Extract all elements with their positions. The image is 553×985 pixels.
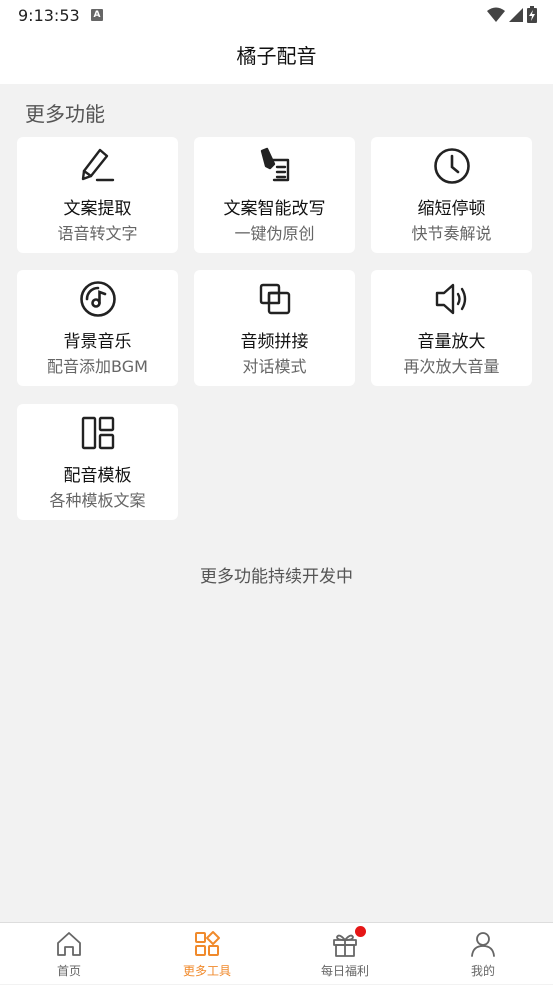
person-icon [414,930,552,960]
feature-name: 文案智能改写 [223,199,326,219]
battery-icon [527,6,537,23]
gift-icon [276,930,414,960]
feature-desc: 一键伪原创 [234,224,315,243]
pen-document-icon [194,147,355,185]
grid-diamond-icon [138,930,276,960]
layout-template-icon [17,414,178,452]
feature-card-audio-merge[interactable]: 音频拼接 对话模式 [194,270,355,386]
feature-desc: 快节奏解说 [411,224,492,243]
tab-mine[interactable]: 我的 [414,923,552,985]
feature-card-rewrite[interactable]: 文案智能改写 一键伪原创 [194,137,355,253]
tab-home[interactable]: 首页 [0,923,138,985]
tab-label: 首页 [56,964,81,978]
feature-name: 配音模板 [63,466,132,486]
bottom-tab-bar: 首页 更多工具 每日福利 我的 [0,922,553,984]
wifi-icon [487,7,505,22]
section-title: 更多功能 [25,102,105,126]
feature-name: 缩短停顿 [417,199,486,219]
tab-daily-welfare[interactable]: 每日福利 [276,923,414,985]
notification-badge [355,926,366,937]
status-icons [487,6,537,23]
page-title: 橘子配音 [236,44,317,68]
home-icon [0,930,138,960]
more-features-note: 更多功能持续开发中 [200,567,353,587]
status-time: 9:13:53 [18,6,80,25]
feature-desc: 再次放大音量 [403,357,500,376]
feature-desc: 配音添加BGM [47,357,148,376]
speaker-icon [371,280,532,318]
music-disc-icon [17,280,178,318]
signal-icon [509,7,523,22]
tab-label: 更多工具 [182,964,231,978]
tab-label: 每日福利 [320,964,369,978]
feature-desc: 各种模板文案 [49,491,146,510]
app-header: 橘子配音 [0,32,553,84]
feature-name: 背景音乐 [63,332,132,352]
overlap-squares-icon [194,280,355,318]
notification-icon: A [91,9,103,21]
tab-more-tools[interactable]: 更多工具 [138,923,276,985]
feature-name: 文案提取 [63,199,132,219]
pen-icon [17,147,178,185]
feature-card-template[interactable]: 配音模板 各种模板文案 [17,404,178,520]
feature-card-text-extract[interactable]: 文案提取 语音转文字 [17,137,178,253]
clock-icon [371,147,532,185]
feature-desc: 语音转文字 [57,224,138,243]
status-bar: 9:13:53 A [0,0,553,32]
tab-label: 我的 [470,964,495,978]
feature-card-shorten-pause[interactable]: 缩短停顿 快节奏解说 [371,137,532,253]
feature-card-volume-boost[interactable]: 音量放大 再次放大音量 [371,270,532,386]
feature-desc: 对话模式 [242,357,307,376]
feature-card-bgm[interactable]: 背景音乐 配音添加BGM [17,270,178,386]
feature-name: 音频拼接 [240,332,309,352]
feature-name: 音量放大 [417,332,486,352]
